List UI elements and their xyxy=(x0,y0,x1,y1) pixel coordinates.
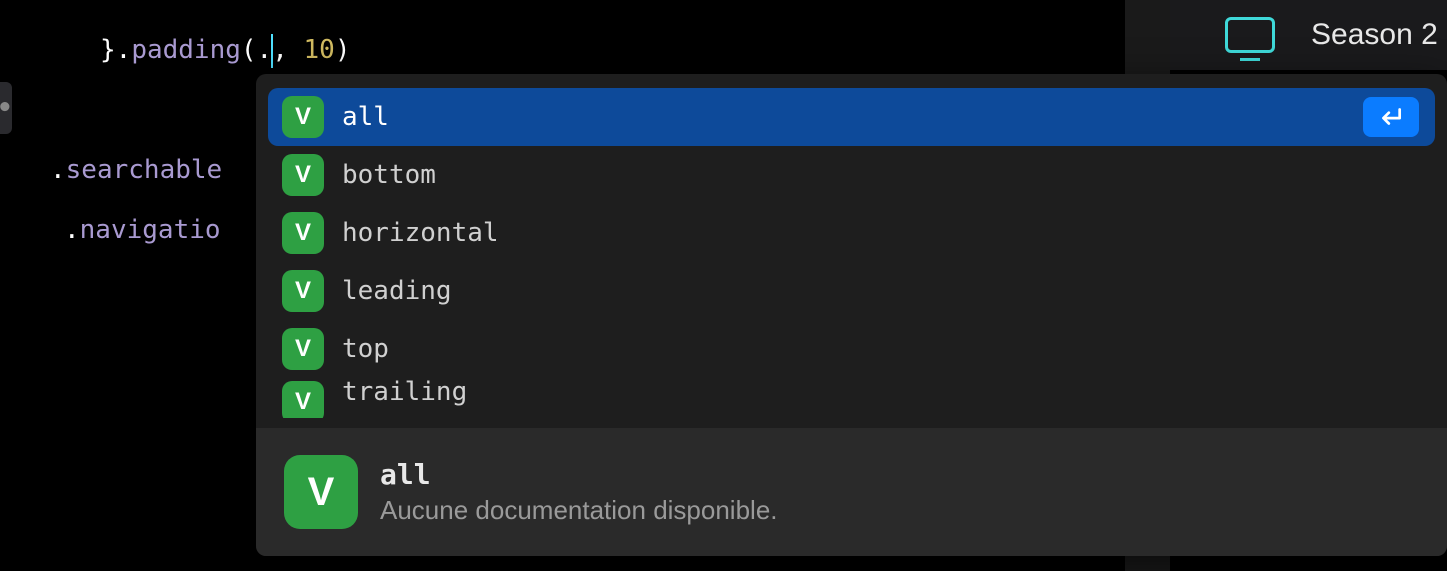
suggestion-label: all xyxy=(342,102,1345,132)
documentation-panel: V all Aucune documentation disponible. xyxy=(256,428,1447,556)
paren-token: (. xyxy=(241,35,272,65)
suggestion-item-horizontal[interactable]: V horizontal xyxy=(268,204,1435,262)
variable-icon: V xyxy=(282,96,324,138)
suggestion-item-top[interactable]: V top xyxy=(268,320,1435,378)
brace-token: } xyxy=(100,35,116,65)
method-token: navigatio xyxy=(80,215,221,245)
dot-token: . xyxy=(64,215,80,245)
dot-token: . xyxy=(116,35,132,65)
preview-title: Season 2 xyxy=(1311,18,1438,52)
suggestion-label: top xyxy=(342,334,1421,364)
suggestion-label: leading xyxy=(342,276,1421,306)
code-line[interactable]: .navigatio xyxy=(0,200,221,260)
suggestion-item-all[interactable]: V all xyxy=(268,88,1435,146)
autocomplete-popup: V all V bottom V horizontal V leading V … xyxy=(256,74,1447,556)
suggestion-label: trailing xyxy=(342,378,1421,407)
variable-icon: V xyxy=(282,154,324,196)
variable-icon: V xyxy=(282,270,324,312)
doc-title: all xyxy=(380,458,778,491)
suggestion-item-leading[interactable]: V leading xyxy=(268,262,1435,320)
enter-key-icon[interactable] xyxy=(1363,97,1419,137)
doc-description: Aucune documentation disponible. xyxy=(380,495,778,526)
dot-token: . xyxy=(50,155,66,185)
doc-text-group: all Aucune documentation disponible. xyxy=(380,458,778,526)
suggestion-item-trailing[interactable]: V trailing xyxy=(268,378,1435,418)
fold-ellipsis-icon[interactable]: ••• xyxy=(0,82,11,134)
variable-icon: V xyxy=(282,328,324,370)
suggestion-list: V all V bottom V horizontal V leading V … xyxy=(256,74,1447,418)
code-line[interactable]: }.padding(., 10) xyxy=(0,20,350,80)
suggestion-label: horizontal xyxy=(342,218,1421,248)
monitor-icon[interactable] xyxy=(1225,17,1275,53)
variable-icon: V xyxy=(284,455,358,529)
paren-close-token: ) xyxy=(335,35,351,65)
code-line[interactable]: .searchable xyxy=(0,140,222,200)
method-token: searchable xyxy=(66,155,223,185)
number-token: 10 xyxy=(304,35,335,65)
code-fold-line[interactable]: }••• xyxy=(0,82,12,134)
method-token: padding xyxy=(131,35,241,65)
suggestion-item-bottom[interactable]: V bottom xyxy=(268,146,1435,204)
comma-token: , xyxy=(272,35,303,65)
variable-icon: V xyxy=(282,212,324,254)
variable-icon: V xyxy=(282,381,324,418)
suggestion-label: bottom xyxy=(342,160,1421,190)
preview-toolbar: Season 2 xyxy=(1170,0,1447,70)
